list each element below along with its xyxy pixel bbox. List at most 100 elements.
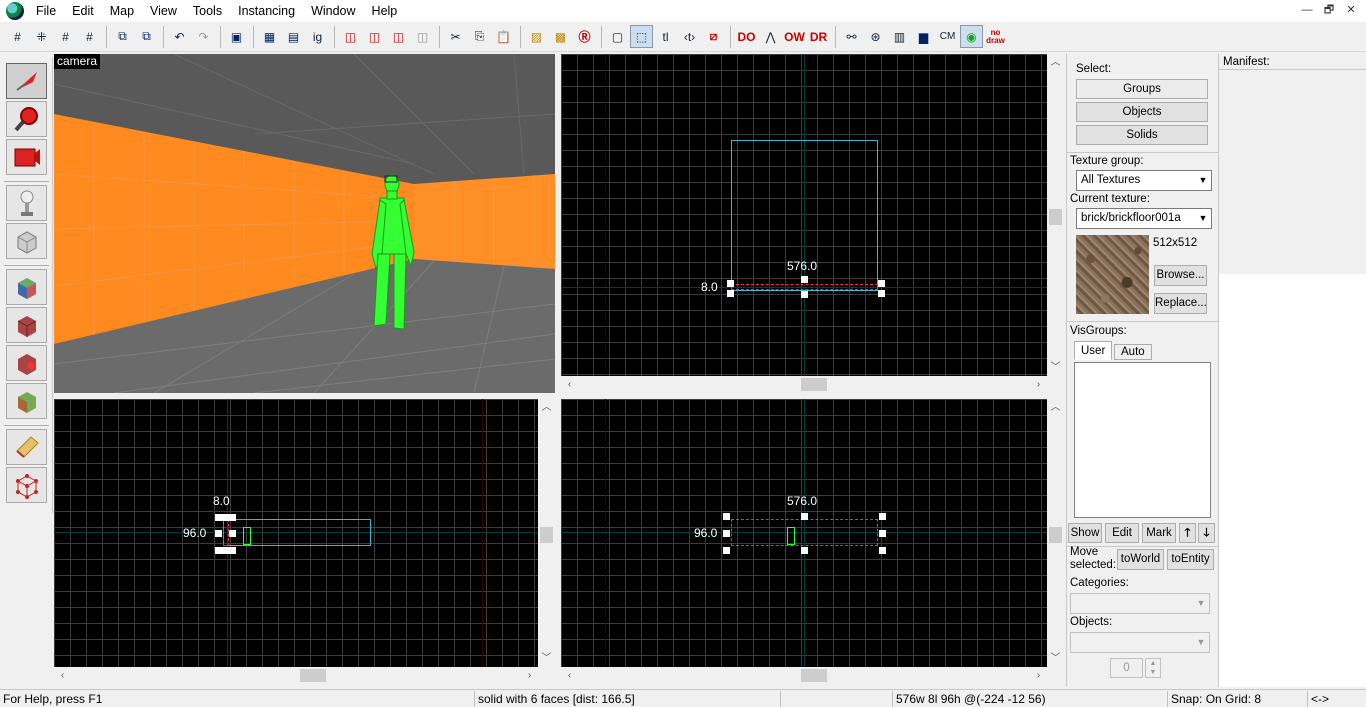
undo-icon[interactable]: ↶: [168, 25, 191, 48]
scroll-thumb[interactable]: [801, 378, 827, 391]
grid-larger-icon[interactable]: #: [78, 25, 101, 48]
camera-tool-icon[interactable]: [6, 139, 47, 175]
selected-solid-outline[interactable]: [731, 519, 878, 546]
show-world-icon[interactable]: OW: [783, 25, 806, 48]
resize-handle[interactable]: [879, 513, 886, 520]
resize-handle[interactable]: [222, 547, 229, 554]
resize-handle[interactable]: [801, 291, 808, 298]
magnify-tool-icon[interactable]: [6, 101, 47, 137]
scroll-right-icon[interactable]: ›: [521, 667, 538, 684]
entity-tool-icon[interactable]: [6, 185, 47, 221]
texture-preview[interactable]: [1076, 235, 1149, 314]
top-viewport[interactable]: 576.0 8.0: [561, 54, 1047, 376]
ungroup-icon[interactable]: ⧉: [135, 25, 158, 48]
move-up-icon[interactable]: 🡑: [1179, 523, 1196, 543]
resize-handle[interactable]: [215, 530, 222, 537]
tie-to-entity-icon[interactable]: ◫: [411, 25, 434, 48]
resize-handle[interactable]: [879, 547, 886, 554]
top-viewport-hscrollbar[interactable]: ‹ ›: [561, 376, 1047, 393]
redo-icon[interactable]: ↷: [192, 25, 215, 48]
auto-visgroup-icon[interactable]: ⧄: [702, 25, 725, 48]
resize-handle[interactable]: [879, 530, 886, 537]
scroll-thumb[interactable]: [540, 527, 553, 543]
clipping-tool-icon[interactable]: [6, 429, 47, 465]
replace-button[interactable]: Replace...: [1154, 293, 1207, 314]
close-icon[interactable]: ✕: [1340, 0, 1362, 22]
move-down-icon[interactable]: 🡓: [1198, 523, 1215, 543]
menu-view[interactable]: View: [142, 0, 185, 22]
textures-grid-icon[interactable]: ▥: [888, 25, 911, 48]
scroll-thumb[interactable]: [1049, 209, 1062, 225]
current-texture-select[interactable]: brick/brickfloor001a ▼: [1076, 208, 1212, 229]
ignore-groups-icon[interactable]: ig: [306, 25, 329, 48]
spinner-input[interactable]: 0: [1110, 658, 1143, 678]
selection-tool-icon[interactable]: [6, 63, 47, 99]
apply-texture-tool-icon[interactable]: [6, 307, 47, 343]
resize-handle[interactable]: [801, 276, 808, 283]
scroll-up-icon[interactable]: ︿: [1047, 399, 1064, 416]
sound-icon[interactable]: ⊛: [864, 25, 887, 48]
categories-select[interactable]: ▼: [1070, 593, 1210, 614]
scroll-right-icon[interactable]: ›: [1030, 376, 1047, 393]
no-draw-icon[interactable]: no draw: [984, 25, 1007, 48]
resize-handle[interactable]: [801, 513, 808, 520]
resize-handle[interactable]: [229, 514, 236, 521]
resize-handle[interactable]: [878, 280, 885, 287]
show-detail-icon[interactable]: DR: [807, 25, 830, 48]
select-by-handles-icon[interactable]: ⬚: [630, 25, 653, 48]
resize-handle[interactable]: [229, 530, 236, 537]
visgroups-list[interactable]: [1074, 362, 1211, 518]
cubemap-icon[interactable]: CM: [936, 25, 959, 48]
resize-handle[interactable]: [723, 530, 730, 537]
restore-icon[interactable]: 🗗: [1318, 0, 1340, 22]
toggle-3d-grid-icon[interactable]: ▨: [525, 25, 548, 48]
resize-handle[interactable]: [878, 290, 885, 297]
hide-selected-icon[interactable]: ▦: [258, 25, 281, 48]
resize-handle[interactable]: [727, 290, 734, 297]
menu-file[interactable]: File: [28, 0, 64, 22]
menu-window[interactable]: Window: [303, 0, 363, 22]
grid-toggle-icon[interactable]: #: [6, 25, 29, 48]
visgroup-edit-button[interactable]: Edit: [1105, 523, 1139, 543]
resize-handle[interactable]: [215, 547, 222, 554]
texture-application-tool-icon[interactable]: [6, 269, 47, 305]
show-displacements-icon[interactable]: DO: [735, 25, 758, 48]
selected-solid-outline[interactable]: [731, 284, 878, 290]
resize-handle[interactable]: [727, 280, 734, 287]
toggle-helpers-icon[interactable]: ▩: [549, 25, 572, 48]
group-icon[interactable]: ⧉: [111, 25, 134, 48]
scroll-left-icon[interactable]: ‹: [561, 376, 578, 393]
menu-help[interactable]: Help: [364, 0, 406, 22]
block-tool-icon[interactable]: [6, 223, 47, 259]
front-viewport-hscrollbar[interactable]: ‹ ›: [54, 667, 538, 684]
scroll-left-icon[interactable]: ‹: [561, 667, 578, 684]
visgroup-show-button[interactable]: Show: [1068, 523, 1102, 543]
select-box-icon[interactable]: ▢: [606, 25, 629, 48]
tab-auto[interactable]: Auto: [1114, 344, 1152, 360]
vertex-tool-icon[interactable]: [6, 467, 47, 503]
texture-group-select[interactable]: All Textures ▼: [1076, 170, 1212, 191]
menu-map[interactable]: Map: [102, 0, 142, 22]
texture-lock-text-icon[interactable]: tl: [654, 25, 677, 48]
objects-select[interactable]: ▼: [1070, 632, 1210, 653]
texture-transform-icon[interactable]: ‹t›: [678, 25, 701, 48]
side-viewport-hscrollbar[interactable]: ‹ ›: [561, 667, 1047, 684]
front-viewport-vscrollbar[interactable]: ︿ ﹀: [538, 399, 555, 667]
scroll-thumb[interactable]: [300, 669, 326, 682]
leaf-icon[interactable]: ◉: [960, 25, 983, 48]
tab-user[interactable]: User: [1074, 341, 1112, 360]
resize-handle[interactable]: [222, 514, 229, 521]
top-viewport-vscrollbar[interactable]: ︿ ﹀: [1047, 54, 1064, 376]
face-align-icon[interactable]: ◫: [387, 25, 410, 48]
scroll-thumb[interactable]: [1049, 527, 1062, 543]
select-solids-button[interactable]: Solids: [1076, 125, 1208, 145]
resize-handle[interactable]: [229, 547, 236, 554]
radius-culling-icon[interactable]: Ⓡ: [573, 25, 596, 48]
front-viewport[interactable]: 8.0 96.0: [54, 399, 538, 667]
paste-icon[interactable]: 📋: [492, 25, 515, 48]
scroll-down-icon[interactable]: ﹀: [1047, 650, 1064, 667]
compile-icon[interactable]: ⚯: [840, 25, 863, 48]
scroll-left-icon[interactable]: ‹: [54, 667, 71, 684]
side-viewport-vscrollbar[interactable]: ︿ ﹀: [1047, 399, 1064, 667]
spinner-arrows-icon[interactable]: ▲ ▼: [1145, 658, 1161, 678]
